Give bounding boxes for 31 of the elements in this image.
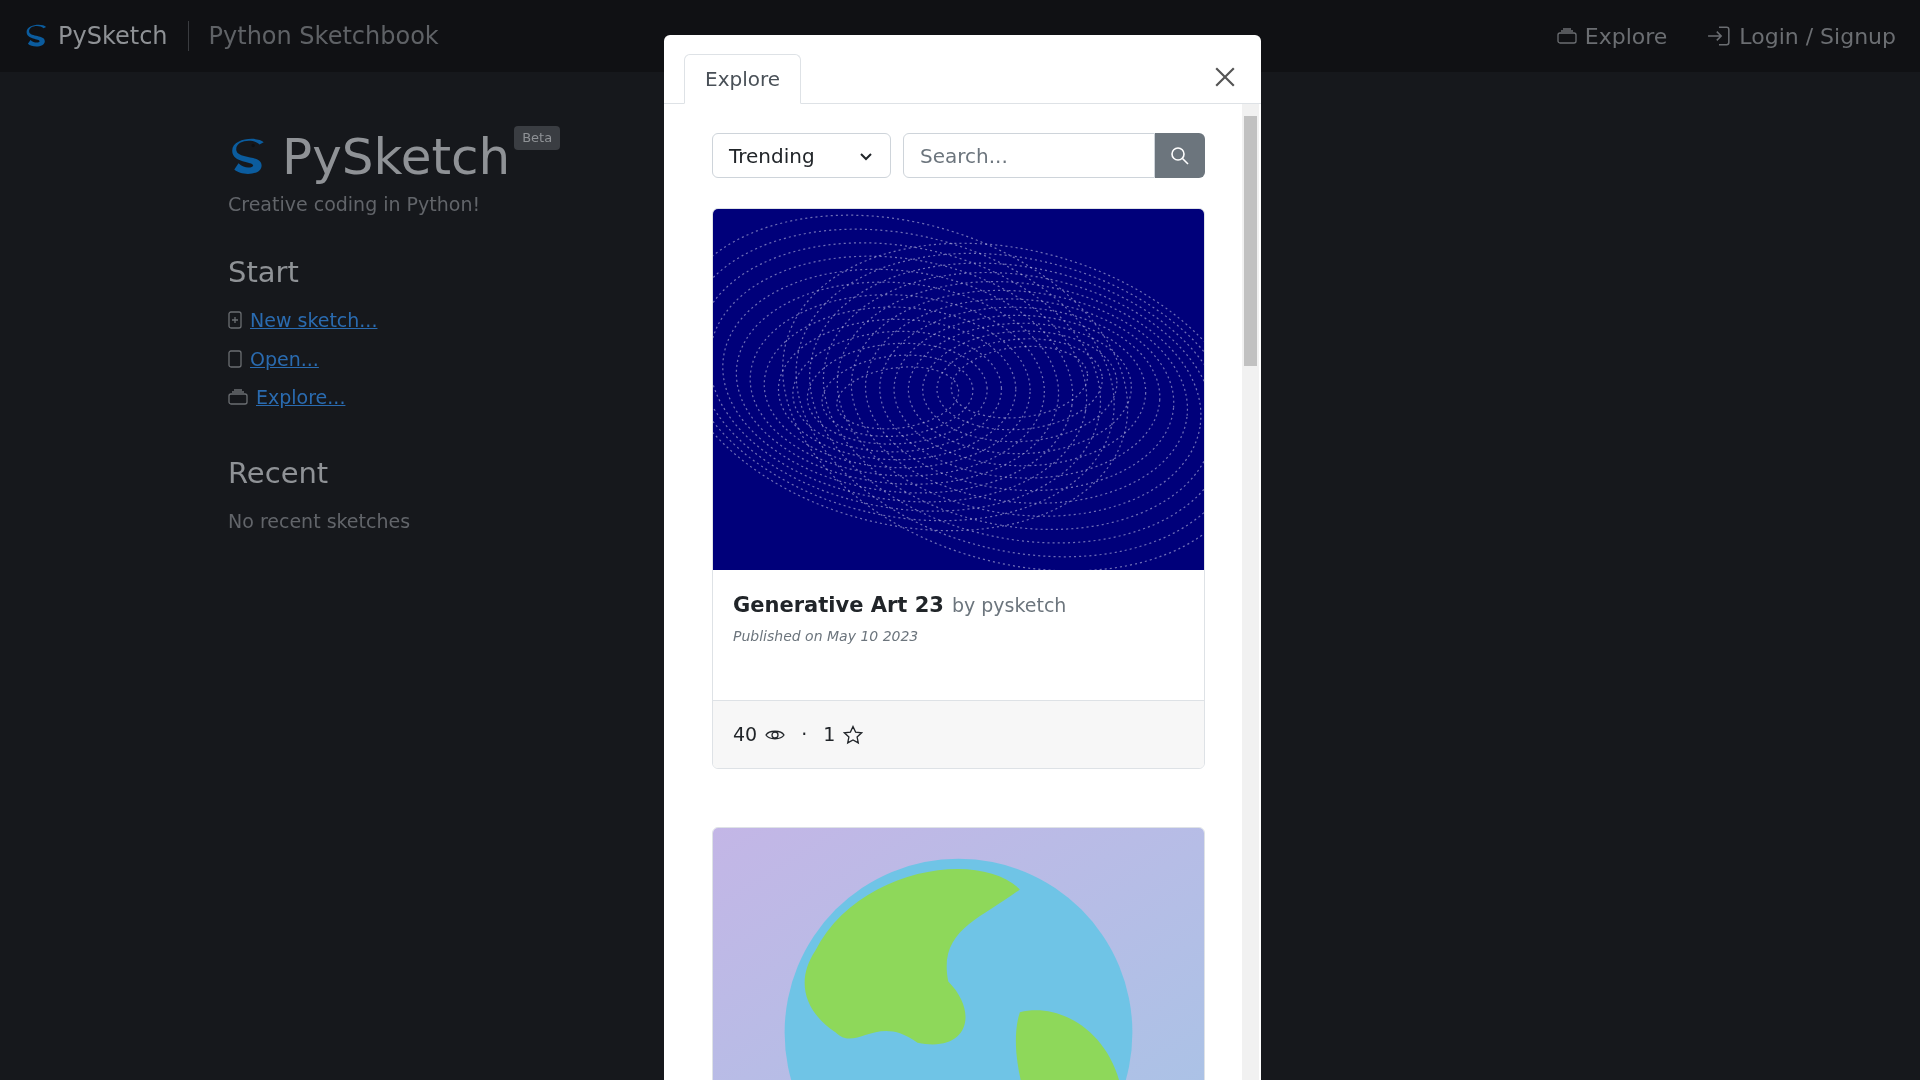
start-link[interactable]: Open... bbox=[250, 344, 319, 373]
search-icon bbox=[1170, 145, 1190, 166]
sketch-title: Generative Art 23 bbox=[733, 592, 944, 619]
separator-dot: · bbox=[801, 722, 808, 748]
tray-icon bbox=[1556, 28, 1577, 44]
app-subtitle: Python Sketchbook bbox=[208, 21, 439, 52]
star-count: 1 bbox=[823, 722, 836, 748]
sketch-author: by pysketch bbox=[951, 593, 1067, 618]
new-file-icon bbox=[228, 311, 242, 330]
start-link[interactable]: New sketch... bbox=[250, 306, 378, 335]
brand-name[interactable]: PySketch bbox=[58, 18, 168, 54]
sketch-card[interactable]: Generative Art 23 by pysketch Published on May 10 2023 40 · 1 bbox=[712, 208, 1205, 769]
login-icon bbox=[1707, 25, 1732, 47]
view-count: 40 bbox=[733, 722, 758, 748]
start-link[interactable]: Explore... bbox=[256, 383, 346, 412]
beta-badge: Beta bbox=[514, 126, 561, 150]
recent-heading: Recent bbox=[228, 454, 330, 492]
sort-dropdown[interactable]: Trending bbox=[712, 133, 891, 178]
dialog-tab[interactable]: Explore bbox=[684, 54, 802, 104]
star-icon bbox=[843, 724, 864, 745]
start-heading: Start bbox=[228, 253, 300, 291]
tagline: Creative coding in Python! bbox=[228, 192, 482, 217]
app-title: PySketch bbox=[282, 132, 511, 182]
nav-link[interactable]: Explore bbox=[1556, 19, 1668, 53]
tray-icon bbox=[228, 389, 248, 406]
publish-date: Published on May 10 2023 bbox=[733, 626, 920, 646]
search-field[interactable]: Search... bbox=[903, 133, 1155, 178]
nav-link[interactable]: Login / Signup bbox=[1707, 19, 1896, 53]
empty-message: No recent sketches bbox=[228, 509, 412, 534]
search-button[interactable] bbox=[1155, 133, 1205, 178]
file-icon bbox=[228, 349, 242, 368]
